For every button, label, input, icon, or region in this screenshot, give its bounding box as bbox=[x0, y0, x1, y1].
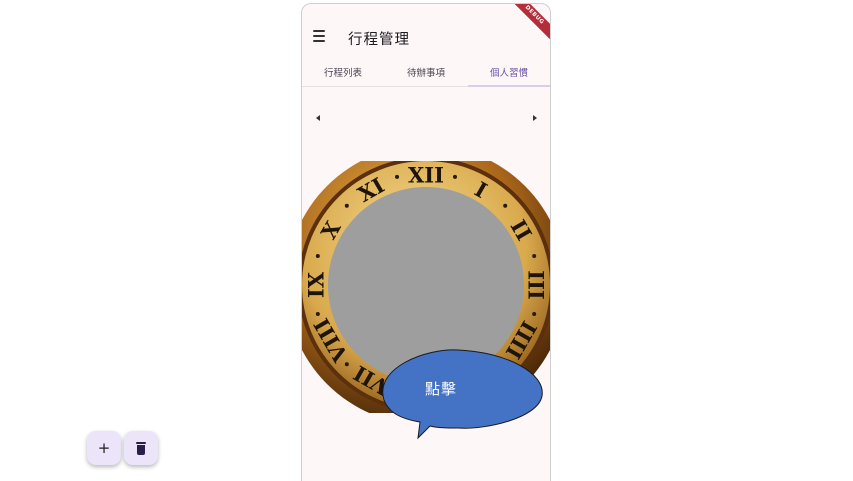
speech-bubble-label: 點擊 bbox=[424, 380, 457, 398]
trash-icon bbox=[136, 441, 146, 455]
app-bar: 行程管理 DEBUG bbox=[302, 4, 550, 62]
clock-dot bbox=[315, 254, 320, 259]
debug-banner: DEBUG bbox=[504, 4, 550, 45]
clock-dot bbox=[315, 311, 320, 316]
clock-dot bbox=[503, 203, 508, 208]
tab-habits[interactable]: 個人習慣 bbox=[468, 65, 550, 86]
plus-icon: + bbox=[97, 439, 111, 457]
clock-numeral: XII bbox=[408, 163, 444, 188]
tab-schedule-list[interactable]: 行程列表 bbox=[302, 65, 384, 86]
clock-dot bbox=[532, 254, 537, 259]
next-arrow-icon[interactable] bbox=[530, 113, 540, 123]
page-switcher bbox=[302, 87, 550, 161]
menu-icon[interactable] bbox=[313, 30, 327, 42]
clock-dot bbox=[344, 362, 349, 367]
clock-dot bbox=[395, 174, 400, 179]
tab-todo[interactable]: 待辦事項 bbox=[385, 65, 467, 86]
tab-bar: 行程列表 待辦事項 個人習慣 bbox=[302, 62, 550, 87]
delete-button[interactable] bbox=[124, 431, 158, 465]
previous-arrow-icon[interactable] bbox=[313, 113, 323, 123]
add-button[interactable]: + bbox=[87, 431, 121, 465]
clock-numeral: IX bbox=[304, 271, 329, 298]
clock-dot bbox=[344, 203, 349, 208]
clock-dot bbox=[452, 174, 457, 179]
clock-numeral: III bbox=[524, 270, 549, 299]
page-title: 行程管理 bbox=[348, 32, 410, 48]
clock-dot bbox=[532, 311, 537, 316]
